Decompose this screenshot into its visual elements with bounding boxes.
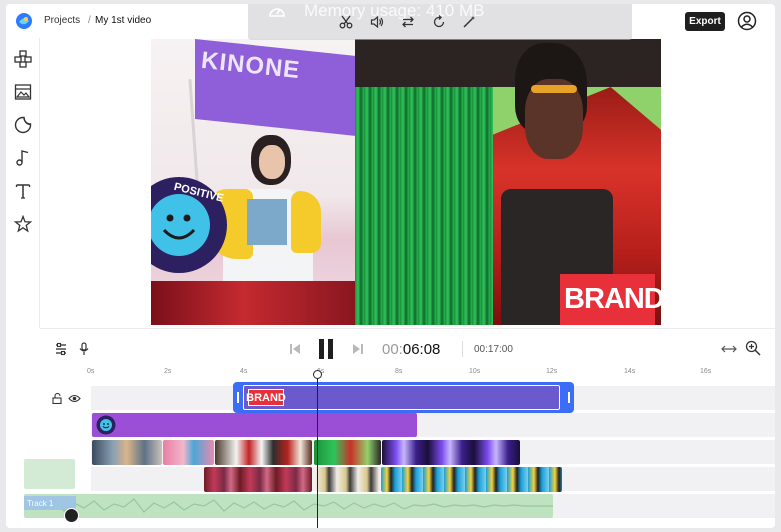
account-icon[interactable] [737, 11, 757, 31]
ruler-label: 8s [395, 368, 403, 375]
total-duration: 00:17:00 [474, 344, 513, 355]
positive-vibes-sticker[interactable]: POSITIVE VIBES [151, 172, 227, 278]
memory-usage-text: Memory usage: 410 MB [304, 4, 485, 20]
drag-cursor [64, 508, 79, 523]
fit-width-icon[interactable] [721, 343, 737, 355]
video-preview[interactable]: KINONE POSITIVE VIBES BRAND [151, 39, 661, 325]
music-icon[interactable] [14, 149, 32, 167]
sticker-thumbnail-icon [96, 415, 116, 435]
trim-handle-right[interactable] [568, 392, 570, 403]
current-time-prefix: 00: [382, 341, 403, 358]
unlock-icon[interactable] [52, 393, 63, 404]
gauge-icon [269, 8, 285, 17]
green-stripes [355, 87, 493, 325]
video-clip-dancers-blue[interactable] [381, 467, 562, 492]
text-icon[interactable] [14, 182, 32, 200]
skip-forward-icon[interactable] [352, 343, 364, 355]
timeline-ruler[interactable]: 0s 2s 4s 6s 8s 10s 12s 14s 16s [87, 367, 775, 381]
ruler-label: 4s [240, 368, 248, 375]
ruler-label: 0s [87, 368, 95, 375]
brand-logo-text: BRAND [564, 283, 661, 315]
audio-clip[interactable] [24, 494, 553, 518]
ruler-label: 16s [700, 368, 712, 375]
microphone-icon[interactable] [77, 342, 91, 356]
timeline-settings-icon[interactable] [54, 342, 68, 356]
ruler-label: 10s [469, 368, 481, 375]
elements-icon[interactable] [14, 50, 32, 68]
zoom-in-icon[interactable] [745, 340, 761, 356]
breadcrumb-projects[interactable]: Projects [44, 15, 80, 26]
ruler-label: 14s [624, 368, 636, 375]
trim-handle-left[interactable] [237, 392, 239, 403]
video-clip-pink[interactable] [163, 440, 214, 465]
video-editor-app: Projects / My 1st video Export KINONE PO… [6, 4, 775, 528]
video-clip-sneakers[interactable] [215, 440, 312, 465]
current-time: 00:06:08 [382, 341, 440, 358]
text-clip-label: BRAND [246, 389, 286, 406]
project-title[interactable]: My 1st video [95, 15, 151, 26]
magic-wand-icon[interactable] [462, 15, 476, 29]
text-clip-selected[interactable]: BRAND [233, 382, 574, 413]
stickers-icon[interactable] [14, 116, 32, 134]
ruler-label: 2s [164, 368, 172, 375]
video-clip-purple-lights[interactable] [382, 440, 520, 465]
pause-icon[interactable] [316, 338, 336, 360]
effects-star-icon[interactable] [14, 215, 32, 233]
sticker-clip[interactable] [92, 413, 417, 437]
volume-icon[interactable] [370, 15, 384, 29]
playhead-line[interactable] [317, 373, 318, 528]
audio-waveform [24, 498, 553, 513]
cut-icon[interactable] [339, 15, 353, 29]
breadcrumb-separator: / [88, 15, 91, 26]
left-sidebar [6, 38, 40, 328]
ruler-label: 12s [546, 368, 558, 375]
rotate-icon[interactable] [432, 15, 446, 29]
preview-right-panel: BRAND [355, 39, 661, 325]
media-icon[interactable] [14, 83, 32, 101]
swap-icon[interactable] [401, 15, 415, 29]
time-divider [462, 341, 463, 357]
playhead-handle[interactable] [313, 370, 322, 379]
app-logo-icon[interactable] [15, 12, 33, 30]
playback-bar: 00:06:08 00:17:00 [40, 328, 775, 368]
video-clip-street[interactable] [92, 440, 162, 465]
memory-usage-overlay: Memory usage: 410 MB [248, 4, 632, 40]
skip-back-icon[interactable] [289, 343, 301, 355]
video-clip-green-red[interactable] [314, 440, 381, 465]
video-clip-dancers-light[interactable] [316, 467, 380, 492]
video-clip-magenta[interactable] [204, 467, 312, 492]
preview-left-panel: KINONE POSITIVE VIBES [151, 39, 355, 325]
export-button[interactable]: Export [685, 12, 725, 31]
current-time-value: 06:08 [402, 341, 441, 358]
visibility-eye-icon[interactable] [68, 393, 81, 404]
audio-drag-ghost [24, 459, 75, 489]
